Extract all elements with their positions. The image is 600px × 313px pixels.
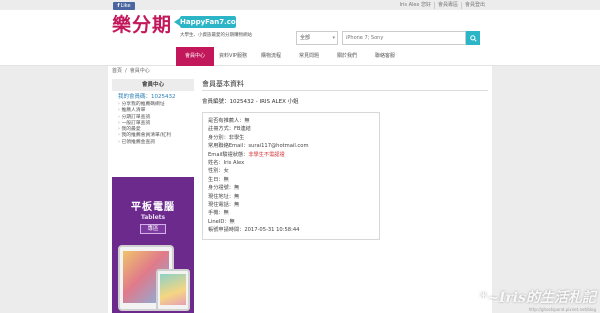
info-row-email-status: Email驗證狀態：非學生不需認證 bbox=[208, 151, 285, 158]
tablet-ad-banner[interactable]: 平板電腦 Tablets 專區 bbox=[112, 177, 194, 313]
sidebar-menu: 分享我的推薦碼網址 推薦人清單 分期訂單查詢 一般訂單查詢 我的最愛 我的推薦會… bbox=[112, 101, 194, 147]
info-row-birthday: 生日：無 bbox=[208, 176, 229, 183]
info-row-register-method: 註冊方式：FB連結 bbox=[208, 126, 251, 133]
blog-watermark: *~Iris的生活札記 http://ghostspond.pixnet.net… bbox=[480, 287, 596, 312]
info-row-gender: 性別：女 bbox=[208, 168, 229, 175]
profile-panel: 會員基本資料 會員編號：1025432 - IRIS ALEX 小姐 是否有推薦… bbox=[202, 79, 488, 240]
facebook-icon: f bbox=[117, 3, 120, 9]
member-id-link[interactable]: 我的會員碼：1025432 bbox=[112, 91, 194, 101]
nav-vip-service[interactable]: 資料VIP服務 bbox=[214, 47, 252, 66]
facebook-like-label: Like bbox=[120, 3, 131, 9]
breadcrumb-separator: / bbox=[125, 68, 127, 74]
breadcrumb-current: 會員中心 bbox=[129, 68, 150, 74]
search-button[interactable] bbox=[466, 31, 480, 45]
ad-title: 平板電腦 bbox=[131, 202, 175, 213]
info-row-address: 現住地址：無 bbox=[208, 193, 240, 200]
nav-contact[interactable]: 聯絡客服 bbox=[366, 47, 404, 66]
ad-subtitle: Tablets bbox=[140, 214, 166, 221]
info-row-email: 常用聯絡Email：surai117@hotmail.com bbox=[208, 143, 309, 150]
sidebar-heading: 會員中心 bbox=[112, 79, 194, 91]
logo-badge: HappyFan7.com bbox=[174, 16, 244, 28]
member-number: 會員編號：1025432 - IRIS ALEX 小姐 bbox=[202, 99, 299, 105]
tablet-image-small bbox=[156, 269, 190, 311]
info-row-identity: 身分別：非學生 bbox=[208, 134, 245, 141]
info-row-name: 姓名：Iris Alex bbox=[208, 160, 245, 167]
main-nav: 會員中心 資料VIP服務 購物流程 常見問題 關於我們 聯絡客服 bbox=[0, 47, 600, 66]
search-category-select[interactable]: 全部 bbox=[296, 31, 338, 45]
watermark-title: *~Iris的生活札記 bbox=[479, 290, 596, 306]
top-links: Iris Alex 您好 會員專區 會員登出 bbox=[397, 2, 489, 9]
nav-shopping-process[interactable]: 購物流程 bbox=[252, 47, 290, 66]
ad-zone-button[interactable]: 專區 bbox=[140, 224, 166, 234]
email-status-warning: 非學生不需認證 bbox=[248, 151, 285, 158]
logo-tagline: 大學生、小資族最愛的分期購物網站 bbox=[180, 33, 252, 38]
search-bar: 全部 bbox=[296, 31, 480, 45]
info-row-id-number: 身分證號：無 bbox=[208, 185, 240, 192]
main-content: 首頁/會員中心 會員中心 我的會員碼：1025432 分享我的推薦碼網址 推薦人… bbox=[108, 66, 492, 313]
site-logo[interactable]: 樂分期 bbox=[112, 14, 172, 36]
sidebar: 會員中心 我的會員碼：1025432 分享我的推薦碼網址 推薦人清單 分期訂單查… bbox=[112, 79, 194, 147]
search-icon bbox=[469, 34, 477, 42]
profile-info-box: 是否有推薦人：無 註冊方式：FB連結 身分別：非學生 常用聯絡Email：sur… bbox=[202, 112, 380, 240]
info-row-signup-time: 帳號申請時間：2017-05-31 10:58:44 bbox=[208, 227, 300, 234]
site-header: 樂分期 HappyFan7.com 大學生、小資族最愛的分期購物網站 全部 bbox=[0, 10, 600, 47]
info-row-referrer: 是否有推薦人：無 bbox=[208, 118, 250, 124]
profile-heading: 會員基本資料 bbox=[202, 79, 488, 91]
search-input[interactable] bbox=[342, 31, 466, 45]
logout-link[interactable]: 會員登出 bbox=[460, 2, 488, 9]
info-row-mobile: 手機：無 bbox=[208, 210, 229, 217]
facebook-like-button[interactable]: fLike bbox=[113, 2, 135, 10]
top-bar: fLike Iris Alex 您好 會員專區 會員登出 bbox=[0, 0, 600, 10]
greeting-link[interactable]: Iris Alex 您好 bbox=[397, 2, 434, 9]
info-row-phone: 現住電話：無 bbox=[208, 202, 240, 209]
nav-about[interactable]: 關於我們 bbox=[328, 47, 366, 66]
sidebar-item-referral-bonus[interactable]: 已領推薦金查詢 bbox=[118, 140, 188, 146]
breadcrumb: 首頁 / 會員中心 bbox=[112, 68, 150, 75]
nav-member-center[interactable]: 會員中心 bbox=[176, 47, 214, 66]
info-row-line-id: LineID：無 bbox=[208, 218, 235, 225]
nav-faq[interactable]: 常見問題 bbox=[290, 47, 328, 66]
breadcrumb-home[interactable]: 首頁 bbox=[112, 68, 122, 74]
watermark-url: http://ghostspond.pixnet.net/blog bbox=[528, 307, 596, 312]
member-area-link[interactable]: 會員專區 bbox=[433, 2, 461, 9]
